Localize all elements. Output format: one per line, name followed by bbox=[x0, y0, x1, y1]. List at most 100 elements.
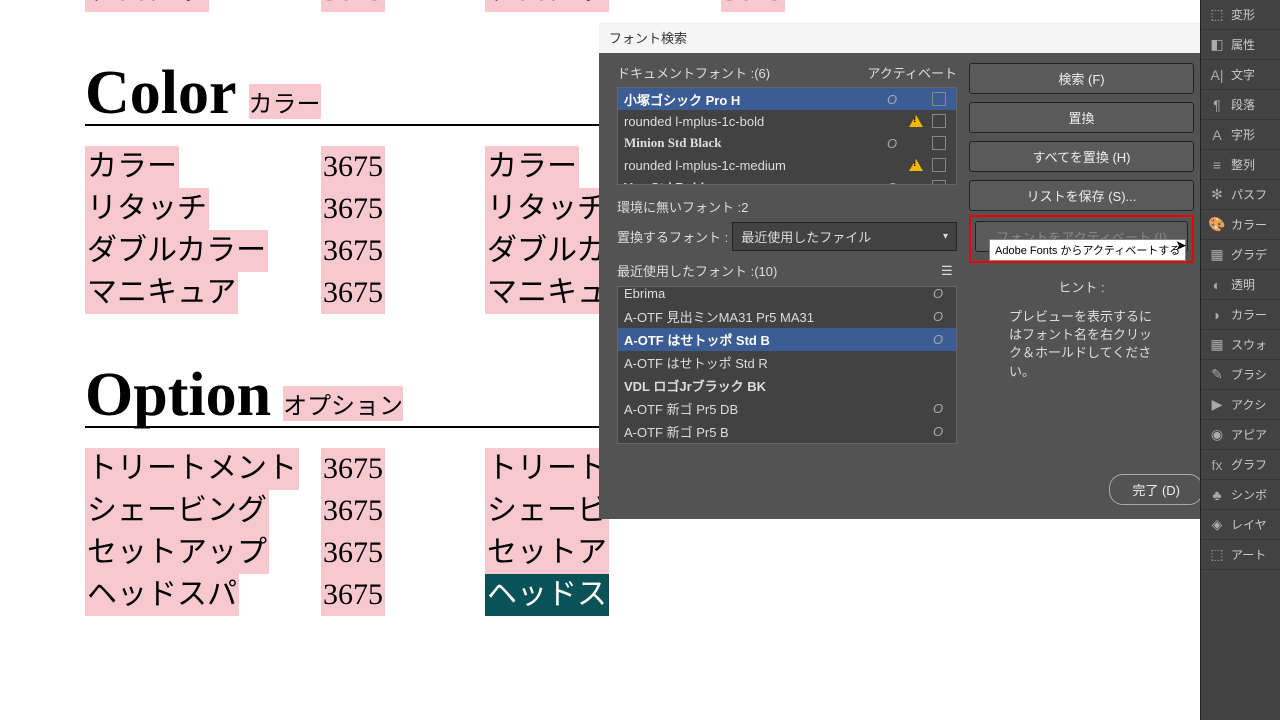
recent-fonts-label: 最近使用したフォント :(10) bbox=[617, 261, 777, 280]
panel-item[interactable]: ▶アクシ bbox=[1201, 390, 1280, 420]
recent-font-row[interactable]: A-OTF 新ゴ Pr5 BO bbox=[618, 420, 956, 443]
item-name: リタッチ bbox=[485, 188, 609, 230]
panel-label: グラフ bbox=[1231, 456, 1267, 473]
panel-item[interactable]: ⬚ アート bbox=[1201, 540, 1280, 570]
recent-font-row[interactable]: A-OTF はせトッポ Std R bbox=[618, 351, 956, 374]
item-name: マニキュ bbox=[485, 272, 609, 314]
panels-sidebar: ⬚変形◧属性A|文字¶段落A字形≡整列✻パスフ🎨カラー▦グラデ◐透明◗カラー▦ス… bbox=[1200, 0, 1280, 720]
item-name: フロント bbox=[85, 0, 209, 12]
section-sub: カラー bbox=[249, 84, 321, 119]
panel-item[interactable]: ✻パスフ bbox=[1201, 180, 1280, 210]
font-row[interactable]: Minion Std BlackO bbox=[618, 132, 956, 154]
item-price: 3675 bbox=[321, 272, 385, 314]
item-price: 3675 bbox=[321, 448, 385, 490]
item-name: トリート bbox=[485, 448, 609, 490]
cursor-icon: ➤ bbox=[1175, 237, 1187, 254]
section-sub: オプション bbox=[283, 386, 403, 421]
dialog-title: フォント検索 bbox=[599, 22, 1217, 53]
activate-checkbox[interactable] bbox=[932, 136, 946, 150]
font-row[interactable]: rounded l-mplus-1c-bold bbox=[618, 110, 956, 132]
replace-button[interactable]: 置換 bbox=[969, 102, 1194, 133]
save-list-button[interactable]: リストを保存 (S)... bbox=[969, 180, 1194, 211]
font-type-icon: O bbox=[880, 180, 904, 186]
panel-item[interactable]: ◉アピア bbox=[1201, 420, 1280, 450]
document-fonts-list[interactable]: 小塚ゴシック Pro HOrounded l-mplus-1c-boldMini… bbox=[617, 87, 957, 185]
panel-item[interactable]: ◗カラー bbox=[1201, 300, 1280, 330]
panel-label: 変形 bbox=[1231, 6, 1255, 23]
panel-label: グラデ bbox=[1231, 246, 1267, 263]
panel-icon: ≡ bbox=[1209, 157, 1225, 173]
font-name: A-OTF はせトッポ Std B bbox=[624, 330, 926, 349]
section-title: Option bbox=[85, 364, 271, 426]
replace-all-button[interactable]: すべてを置換 (H) bbox=[969, 141, 1194, 172]
panel-label: 段落 bbox=[1231, 96, 1255, 113]
panel-icon: ▦ bbox=[1209, 247, 1225, 263]
panel-item[interactable]: ▦スウォ bbox=[1201, 330, 1280, 360]
activate-label: アクティベート bbox=[867, 63, 957, 82]
panel-item[interactable]: ◈レイヤ bbox=[1201, 510, 1280, 540]
item-name: ヘッドス bbox=[485, 574, 609, 616]
item-price: 3675 bbox=[321, 490, 385, 532]
panel-icon: ◐ bbox=[1209, 277, 1225, 293]
item-price: 3675 bbox=[321, 188, 385, 230]
recent-font-row[interactable]: A-OTF 見出ミンMA31 Pr5 MA31O bbox=[618, 305, 956, 328]
item-name: トリートメント bbox=[85, 448, 299, 490]
activate-checkbox[interactable] bbox=[932, 92, 946, 106]
list-view-icon[interactable]: ☰ bbox=[941, 263, 957, 279]
panel-item[interactable]: A|文字 bbox=[1201, 60, 1280, 90]
font-name: 小塚ゴシック Pro H bbox=[624, 90, 880, 109]
panel-icon: ⬚ bbox=[1209, 547, 1225, 563]
section-title: Color bbox=[85, 62, 237, 124]
panel-item[interactable]: ♣シンボ bbox=[1201, 480, 1280, 510]
panel-item[interactable]: ⬚変形 bbox=[1201, 0, 1280, 30]
panel-item[interactable]: 🎨カラー bbox=[1201, 210, 1280, 240]
item-name: ダブルカラー bbox=[85, 230, 268, 272]
panel-label: アピア bbox=[1231, 426, 1267, 443]
activate-checkbox[interactable] bbox=[932, 180, 946, 185]
font-row[interactable]: 小塚ゴシック Pro HO bbox=[618, 88, 956, 110]
panel-item[interactable]: ✎ブラシ bbox=[1201, 360, 1280, 390]
panel-icon: ◈ bbox=[1209, 517, 1225, 533]
panel-item[interactable]: fxグラフ bbox=[1201, 450, 1280, 480]
item-price: 3675 bbox=[321, 532, 385, 574]
panel-icon: A| bbox=[1209, 67, 1225, 83]
font-type-icon: O bbox=[880, 92, 904, 107]
done-button[interactable]: 完了 (D) bbox=[1109, 474, 1203, 505]
panel-item[interactable]: ▦ グラデ bbox=[1201, 240, 1280, 270]
font-name: A-OTF 見出ミンMA31 Pr5 MA31 bbox=[624, 307, 926, 326]
recent-font-row[interactable]: A-OTF はせトッポ Std BO bbox=[618, 328, 956, 351]
panel-label: 透明 bbox=[1231, 276, 1255, 293]
panel-label: アート bbox=[1231, 546, 1266, 563]
recent-font-row[interactable]: EbrimaO bbox=[618, 286, 956, 305]
panel-item[interactable]: ≡整列 bbox=[1201, 150, 1280, 180]
panel-label: アクシ bbox=[1231, 396, 1266, 413]
panel-icon: 🎨 bbox=[1209, 217, 1225, 233]
panel-label: シンボ bbox=[1231, 486, 1267, 503]
panel-item[interactable]: ◐ 透明 bbox=[1201, 270, 1280, 300]
activate-checkbox[interactable] bbox=[932, 158, 946, 172]
panel-label: パスフ bbox=[1231, 186, 1267, 203]
font-row[interactable]: Vag Std BoldO bbox=[618, 176, 956, 185]
panel-label: カラー bbox=[1231, 306, 1267, 323]
recent-font-row[interactable]: A-OTF 新ゴ Pr5 DBO bbox=[618, 397, 956, 420]
font-name: Vag Std Bold bbox=[624, 180, 880, 186]
activate-checkbox[interactable] bbox=[932, 114, 946, 128]
font-type-icon: O bbox=[926, 286, 950, 301]
panel-icon: ▦ bbox=[1209, 337, 1225, 353]
font-type-icon: O bbox=[926, 332, 950, 347]
recent-font-row[interactable]: VDL ロゴJrブラック BK bbox=[618, 374, 956, 397]
find-font-dialog: フォント検索 ドキュメントフォント :(6) アクティベート 小塚ゴシック Pr… bbox=[599, 22, 1217, 519]
replace-font-dropdown[interactable]: 最近使用したファイル ▾ bbox=[732, 222, 957, 251]
panel-item[interactable]: ¶ 段落 bbox=[1201, 90, 1280, 120]
panel-icon: ◧ bbox=[1209, 37, 1225, 53]
search-button[interactable]: 検索 (F) bbox=[969, 63, 1194, 94]
panel-icon: ¶ bbox=[1209, 97, 1225, 113]
warning-icon bbox=[904, 159, 928, 171]
item-price: 3675 bbox=[321, 574, 385, 616]
font-row[interactable]: rounded l-mplus-1c-medium bbox=[618, 154, 956, 176]
recent-fonts-list[interactable]: EbrimaOA-OTF 見出ミンMA31 Pr5 MA31OA-OTF はせト… bbox=[617, 286, 957, 444]
panel-item[interactable]: A字形 bbox=[1201, 120, 1280, 150]
panel-icon: A bbox=[1209, 127, 1225, 143]
font-name: A-OTF 新ゴ Pr5 B bbox=[624, 422, 926, 441]
panel-item[interactable]: ◧属性 bbox=[1201, 30, 1280, 60]
